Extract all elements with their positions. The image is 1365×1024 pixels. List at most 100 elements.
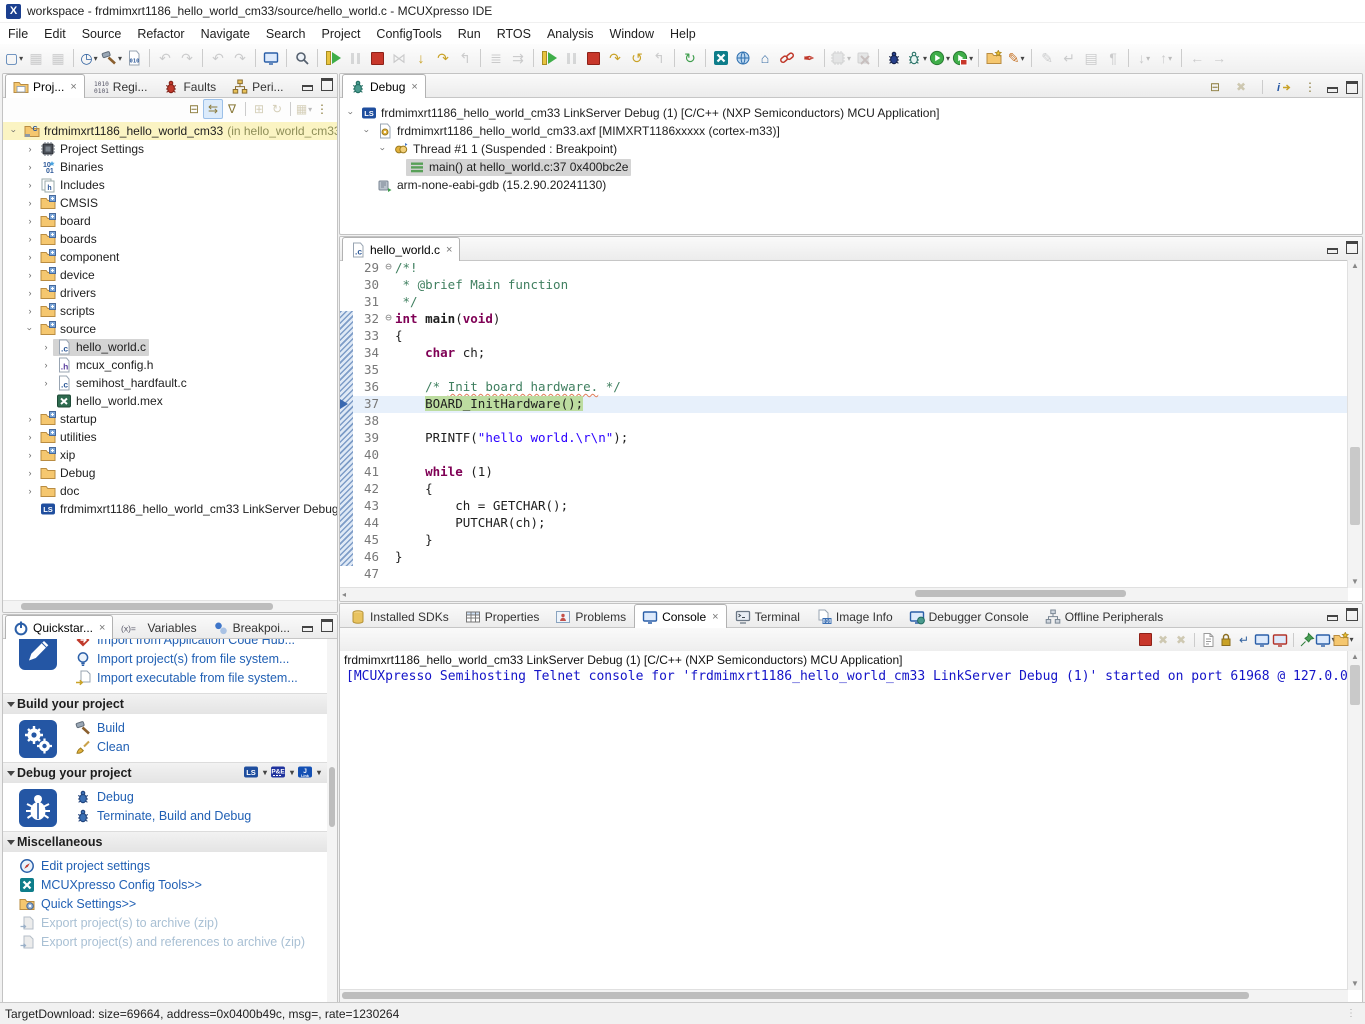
word-wrap-console-button[interactable]: ↵	[1235, 631, 1253, 649]
editor-vscrollbar[interactable]: ▲ ▼	[1347, 260, 1362, 588]
chevron-right-icon[interactable]: ›	[23, 306, 37, 316]
scroll-thumb[interactable]	[21, 603, 273, 610]
scroll-down-icon[interactable]: ▼	[1348, 978, 1362, 990]
menu-run[interactable]: Run	[450, 25, 489, 43]
tree-item-main-at-hello-world-c-37-0x400bc2e[interactable]: main() at hello_world.c:37 0x400bc2e	[340, 158, 1362, 176]
code-line-45[interactable]: 45 }	[340, 532, 1348, 549]
code-line-47[interactable]: 47	[340, 566, 1348, 583]
tree-item-doc[interactable]: ›doc	[3, 482, 337, 500]
tab-proj[interactable]: Proj...×	[5, 74, 85, 98]
pin-console-button[interactable]	[1298, 631, 1316, 649]
home-button[interactable]: ⌂	[754, 47, 776, 69]
restart-button[interactable]: ↻	[679, 47, 701, 69]
code-line-40[interactable]: 40	[340, 447, 1348, 464]
tree-item-frdmimxrt1186-hello-world-cm33-axf-mimxr[interactable]: ›frdmimxrt1186_hello_world_cm33.axf [MIM…	[340, 122, 1362, 140]
chevron-right-icon[interactable]: ›	[23, 180, 37, 190]
red-pen-tool-button[interactable]: ✒	[798, 47, 820, 69]
tree-item-mcux-config-h[interactable]: ›.hmcux_config.h	[3, 356, 337, 374]
scroll-thumb[interactable]	[329, 767, 335, 827]
terminate-all-button[interactable]	[582, 47, 604, 69]
tree-item-frdmimxrt1186-hello-world-cm33[interactable]: ›Cfrdmimxrt1186_hello_world_cm33 (in hel…	[3, 122, 337, 140]
menu-help[interactable]: Help	[662, 25, 704, 43]
code-line-34[interactable]: 34 char ch;	[340, 345, 1348, 362]
tree-item-source[interactable]: ›source	[3, 320, 337, 338]
step-into-button[interactable]: ↓	[410, 47, 432, 69]
quickstart-link-quick-settings[interactable]: Quick Settings>>	[19, 894, 327, 913]
chevron-right-icon[interactable]: ›	[23, 216, 37, 226]
tab-debug[interactable]: Debug×	[342, 74, 426, 98]
code-line-37[interactable]: 37 BOARD_InitHardware();	[340, 396, 1348, 413]
chevron-down-icon[interactable]: ›	[346, 106, 356, 120]
quickstart-section-debug-your-project[interactable]: Debug your projectLS▾P&E▾JLink▾	[3, 762, 327, 783]
step-over-all-button[interactable]: ↷	[604, 47, 626, 69]
menu-project[interactable]: Project	[314, 25, 369, 43]
step-over-button[interactable]: ↷	[432, 47, 454, 69]
menu-navigate[interactable]: Navigate	[193, 25, 258, 43]
scroll-lock-button[interactable]	[1217, 631, 1235, 649]
code-line-38[interactable]: 38	[340, 413, 1348, 430]
menu-analysis[interactable]: Analysis	[539, 25, 602, 43]
chevron-right-icon[interactable]: ›	[23, 288, 37, 298]
code-editor[interactable]: 29⊖/*!30 * @brief Main function31 */32⊖i…	[340, 260, 1348, 588]
resume-all-button[interactable]	[538, 47, 560, 69]
terminate-button[interactable]	[1136, 631, 1154, 649]
tree-item-frdmimxrt1186-hello-world-cm33-linkserve[interactable]: LSfrdmimxrt1186_hello_world_cm33 LinkSer…	[3, 500, 337, 518]
tree-item-drivers[interactable]: ›drivers	[3, 284, 337, 302]
code-line-29[interactable]: 29⊖/*!	[340, 260, 1348, 277]
tree-item-cmsis[interactable]: ›CMSIS	[3, 194, 337, 212]
close-tab-icon[interactable]: ×	[70, 81, 76, 93]
tab-image-info[interactable]: 010Image Info	[808, 605, 901, 627]
minimize-panel-button[interactable]	[1327, 615, 1338, 621]
chevron-right-icon[interactable]: ›	[23, 468, 37, 478]
chevron-right-icon[interactable]: ›	[23, 234, 37, 244]
code-line-41[interactable]: 41 while (1)	[340, 464, 1348, 481]
search-button[interactable]	[291, 47, 313, 69]
fold-collapse-icon[interactable]: ⊖	[382, 311, 395, 328]
clear-console-button[interactable]	[1199, 631, 1217, 649]
quickstart-section-build-your-project[interactable]: Build your project	[3, 693, 327, 714]
terminate-button[interactable]	[366, 47, 388, 69]
quickstart-link-build[interactable]: Build	[75, 718, 327, 737]
quickstart-link-clean[interactable]: Clean	[75, 737, 327, 756]
chevron-right-icon[interactable]: ›	[23, 486, 37, 496]
code-line-43[interactable]: 43 ch = GETCHAR();	[340, 498, 1348, 515]
show-on-stdout-button[interactable]	[1253, 631, 1271, 649]
marker-pen-button[interactable]: ✎▾	[1005, 47, 1027, 69]
tab-terminal[interactable]: Terminal	[727, 605, 808, 627]
menu-window[interactable]: Window	[602, 25, 662, 43]
resume-button[interactable]	[322, 47, 344, 69]
scroll-down-icon[interactable]: ▼	[1348, 576, 1362, 588]
dropdown-icon[interactable]: ▾	[263, 768, 267, 777]
dropdown-icon[interactable]: ▾	[290, 768, 294, 777]
tree-item-includes[interactable]: ›hIncludes	[3, 176, 337, 194]
project-explorer-hscrollbar[interactable]	[3, 600, 337, 612]
remote-console-button[interactable]	[260, 47, 282, 69]
chevron-right-icon[interactable]: ›	[39, 342, 53, 352]
chevron-down-icon[interactable]: ›	[9, 124, 19, 138]
scroll-thumb[interactable]	[1350, 447, 1360, 525]
menu-source[interactable]: Source	[74, 25, 130, 43]
menu-rtos[interactable]: RTOS	[489, 25, 539, 43]
scroll-up-icon[interactable]: ▲	[1348, 651, 1362, 663]
quickstart-link-mcuxpresso-config-tools[interactable]: MCUXpresso Config Tools>>	[19, 875, 327, 894]
restart-all-button[interactable]: ↺	[626, 47, 648, 69]
tree-item-thread-1-1-suspended-breakpoint[interactable]: ›Thread #1 1 (Suspended : Breakpoint)	[340, 140, 1362, 158]
tree-item-debug[interactable]: ›Debug	[3, 464, 337, 482]
quickstart-link-import-executable-from-file-system[interactable]: Import executable from file system...	[75, 668, 327, 687]
chevron-down-icon[interactable]: ›	[362, 124, 372, 138]
tree-item-project-settings[interactable]: ›Project Settings	[3, 140, 337, 158]
quickstart-link-terminate-build-and-debug[interactable]: Terminate, Build and Debug	[75, 806, 327, 825]
tree-item-xip[interactable]: ›xip	[3, 446, 337, 464]
collapse-all-button[interactable]: ⊟	[185, 100, 203, 118]
run-button[interactable]: ▾	[928, 47, 951, 69]
code-line-30[interactable]: 30 * @brief Main function	[340, 277, 1348, 294]
tree-item-boards[interactable]: ›boards	[3, 230, 337, 248]
tree-item-arm-none-eabi-gdb-15-2-90-20241130[interactable]: arm-none-eabi-gdb (15.2.90.20241130)	[340, 176, 1362, 194]
close-tab-icon[interactable]: ×	[446, 244, 452, 256]
run-terminate-button[interactable]: ▾	[951, 47, 974, 69]
scroll-left-icon[interactable]: ◂	[342, 590, 346, 599]
tab-installed-sdks[interactable]: Installed SDKs	[342, 605, 457, 627]
scroll-thumb[interactable]	[1350, 665, 1360, 705]
code-line-46[interactable]: 46}	[340, 549, 1348, 566]
tab-quickstar[interactable]: Quickstar...×	[5, 615, 113, 639]
